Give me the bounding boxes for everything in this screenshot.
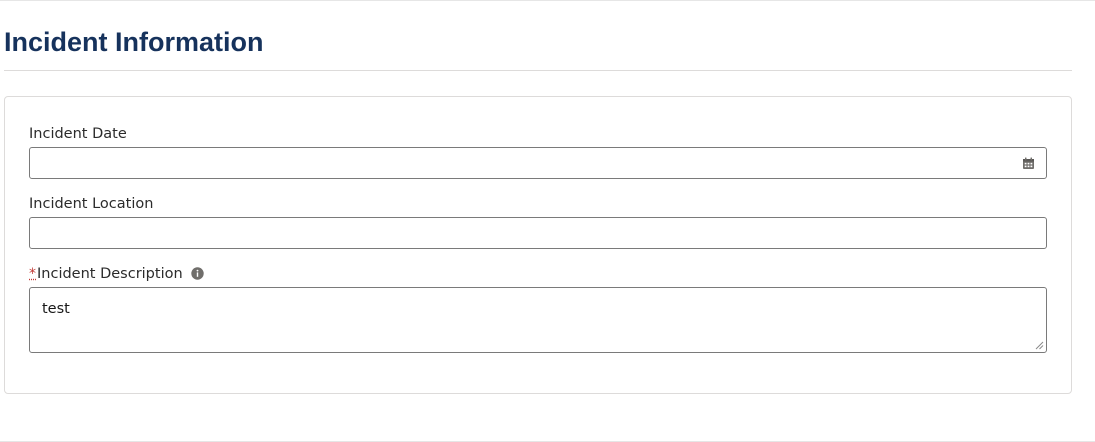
info-icon[interactable] [190, 266, 204, 280]
incident-information-page: Incident Information Incident Date Incid… [0, 0, 1095, 442]
incident-date-field[interactable] [29, 147, 1047, 179]
incident-date-label: Incident Date [29, 126, 127, 142]
title-divider [4, 70, 1072, 71]
incident-description-label: Incident Description [37, 266, 183, 282]
incident-description-value: test [42, 301, 70, 317]
incident-description-textarea[interactable]: test [29, 287, 1047, 353]
incident-location-label: Incident Location [29, 196, 154, 212]
required-marker: * [29, 266, 36, 282]
incident-location-field[interactable] [29, 217, 1047, 249]
calendar-icon[interactable] [1022, 157, 1035, 170]
incident-form-card: Incident Date Incident Location *Inciden… [4, 96, 1072, 394]
section-title: Incident Information [4, 27, 264, 57]
incident-description-label-row: *Incident Description [29, 265, 204, 283]
resize-grip-icon[interactable] [1035, 341, 1044, 350]
